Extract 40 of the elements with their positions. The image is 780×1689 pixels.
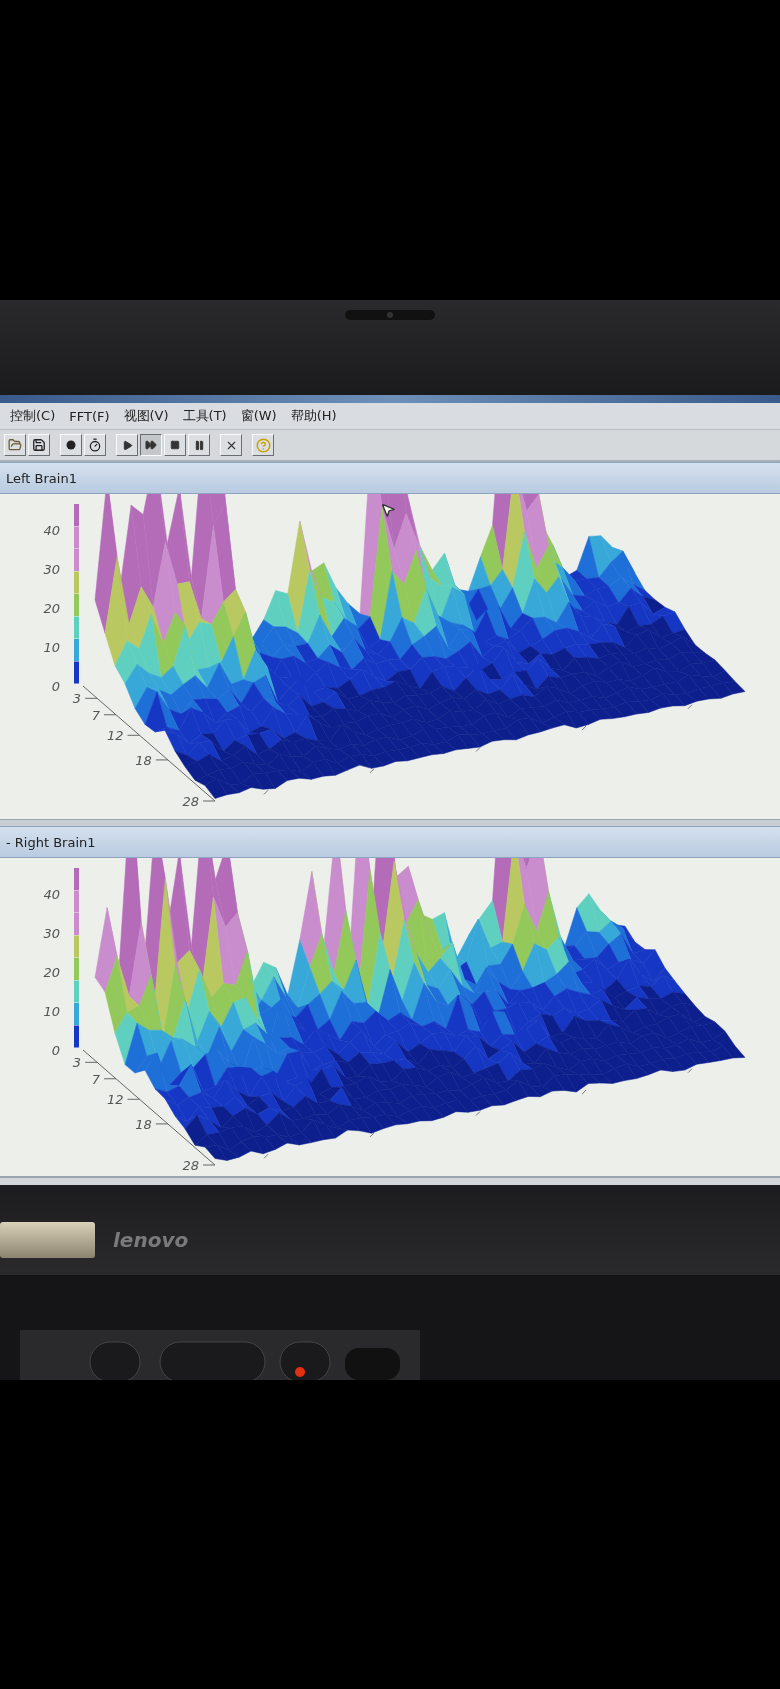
laptop-brand: lenovo: [113, 1228, 189, 1252]
menu-item[interactable]: FFT(F): [69, 408, 110, 424]
axis-tick-label: 7: [91, 707, 100, 723]
fast-forward-icon: [145, 439, 157, 451]
menu-item[interactable]: 窗(W): [240, 407, 277, 425]
toolbar-button[interactable]: [140, 434, 162, 456]
axis-tick-label: 30: [43, 562, 60, 577]
panel-title: - Right Brain1: [6, 834, 96, 850]
menu-item[interactable]: 控制(C): [10, 407, 56, 425]
axis-tick-label: 30: [43, 926, 60, 941]
timer-icon: [88, 438, 102, 452]
record-icon: [66, 440, 76, 450]
axis-tick-label: 20: [43, 965, 60, 980]
axis-tick-label: 28: [182, 794, 199, 809]
axis-tick-label: 0: [51, 1043, 60, 1058]
axis-tick-label: 12: [107, 728, 124, 744]
axis-tick-label: 40: [43, 887, 60, 902]
axis-tick-label: 3: [72, 1055, 82, 1071]
help-icon: [255, 437, 271, 453]
axis-tick-label: 18: [135, 1116, 152, 1132]
axis-tick-label: 40: [43, 523, 60, 538]
save-icon: [32, 438, 46, 452]
axis-tick-label: 12: [107, 1092, 124, 1108]
panel-title: Left Brain1: [6, 470, 77, 486]
play-icon: [121, 439, 133, 451]
axis-tick-label: 7: [91, 1071, 100, 1087]
axis-tick-label: 10: [43, 640, 60, 655]
mouse-pointer-icon: [380, 502, 396, 518]
stop-icon: [170, 440, 180, 450]
axis-tick-label: 20: [43, 601, 60, 616]
axis-tick-label: 18: [135, 752, 152, 768]
axis-tick-label: 28: [182, 1158, 199, 1173]
menu-item[interactable]: 帮助(H): [290, 407, 337, 425]
menu-item[interactable]: 工具(T): [182, 407, 227, 425]
axis-tick-label: 3: [72, 691, 82, 707]
folder-icon: [8, 438, 22, 452]
axis-tick-label: 0: [51, 679, 60, 694]
axis-tick-label: 10: [43, 1004, 60, 1019]
pause-icon: [193, 439, 205, 451]
menu-item[interactable]: 视图(V): [123, 407, 169, 425]
